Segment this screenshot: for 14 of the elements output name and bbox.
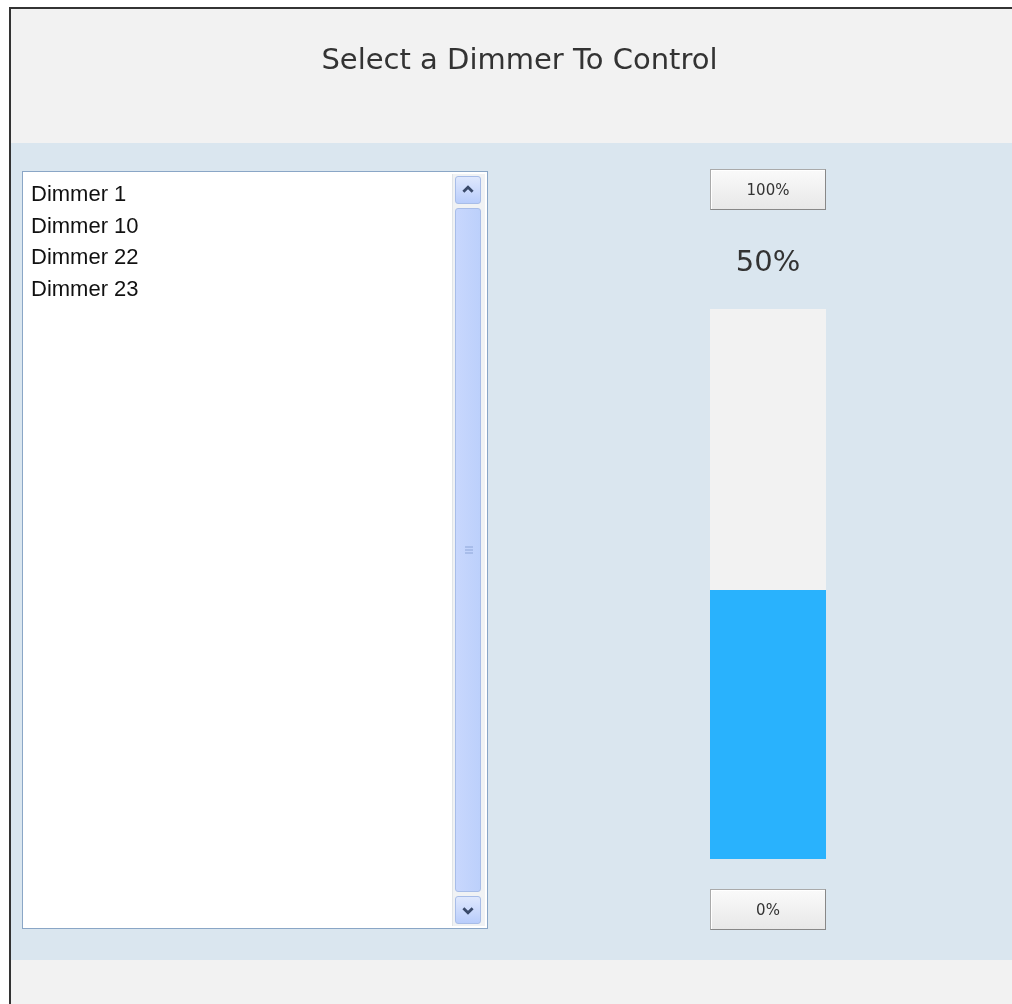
dimmer-list-item[interactable]: Dimmer 22 [30, 241, 453, 273]
dimmer-list-item[interactable]: Dimmer 23 [30, 272, 453, 304]
dimmer-list[interactable]: Dimmer 1 Dimmer 10 Dimmer 22 Dimmer 23 [22, 171, 488, 929]
scrollbar[interactable] [452, 174, 485, 926]
scroll-down-icon[interactable] [455, 896, 481, 924]
level-track[interactable] [710, 309, 826, 859]
scroll-up-icon[interactable] [455, 176, 481, 204]
window-title: Select a Dimmer To Control [320, 41, 718, 77]
scroll-thumb[interactable] [455, 208, 481, 892]
max-button[interactable]: 100% [710, 169, 826, 210]
dimmer-list-item[interactable]: Dimmer 10 [30, 209, 453, 241]
min-button[interactable]: 0% [710, 889, 826, 930]
level-reading: 50% [735, 246, 801, 276]
dimmer-list-item[interactable]: Dimmer 1 [30, 178, 453, 210]
